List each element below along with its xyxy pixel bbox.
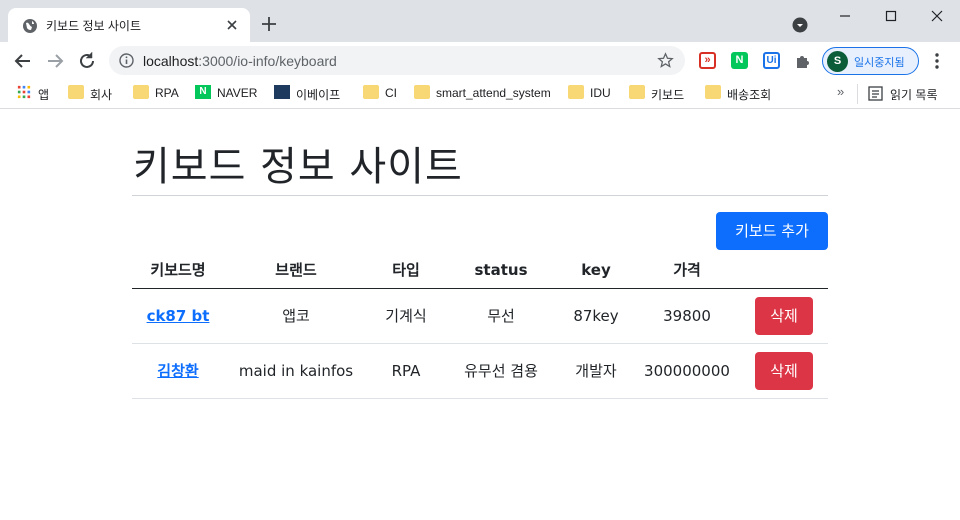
site-icon [274,85,290,99]
puzzle-icon[interactable] [794,52,812,70]
bookmark-naver[interactable]: N NAVER [195,84,261,102]
bookmarks-overflow-chevron-icon[interactable]: » [837,84,844,99]
header-type: 타입 [368,252,444,289]
apps-grid-icon [17,85,31,99]
keyboard-name-link[interactable]: 김창환 [157,362,198,380]
cell-status: 무선 [444,288,558,344]
title-divider [132,195,828,196]
browser-tab[interactable]: 키보드 정보 사이트 [8,8,250,42]
bookmark-ebay[interactable]: 이베이프 [274,84,348,102]
bookmark-label: 앱 [38,88,50,102]
header-keyboard-name: 키보드명 [132,252,224,289]
bookmark-label: IDU [590,86,611,100]
naver-icon: N [195,85,211,99]
folder-icon [68,85,84,99]
folder-icon [629,85,645,99]
folder-icon [568,85,584,99]
forward-arrow-icon[interactable] [44,50,66,72]
cell-price: 39800 [634,288,740,344]
bookmarks-bar: 앱 회사 RPA N NAVER 이베이프 CI smart_attend_sy… [0,79,960,109]
header-price: 가격 [634,252,740,289]
bookmark-label: RPA [155,86,179,100]
cell-key: 87key [558,288,634,344]
close-window-icon [931,10,943,22]
table-row: 김창환 maid in kainfos RPA 유무선 겸용 개발자 30000… [132,343,828,399]
cell-keyboard-name: ck87 bt [132,288,224,344]
bookmark-folder-smart-attend[interactable]: smart_attend_system [414,84,554,102]
ext-red-icon[interactable]: » [699,52,716,69]
add-keyboard-button[interactable]: 키보드 추가 [716,212,828,250]
profile-chip[interactable]: S 일시중지됨 [822,47,919,75]
bookmark-folder-company[interactable]: 회사 [68,84,122,102]
reload-icon[interactable] [76,50,98,72]
bookmark-apps[interactable]: 앱 [16,84,56,102]
minimize-icon [840,15,850,17]
page-title: 키보드 정보 사이트 [133,144,463,190]
profile-status-label: 일시중지됨 [854,57,905,69]
avatar: S [827,51,848,72]
folder-icon [133,85,149,99]
close-icon[interactable] [224,17,240,33]
header-brand: 브랜드 [224,252,368,289]
keyboard-table: 키보드명 브랜드 타입 status key 가격 ck87 bt 앱코 기계식… [132,252,828,399]
browser-toolbar: localhost:3000/io-info/keyboard » N Ui S… [0,42,960,79]
url-path: :3000/io-info/keyboard [198,53,337,69]
tab-search-icon[interactable] [792,17,808,33]
cell-brand: maid in kainfos [224,343,368,399]
maximize-icon [885,10,897,22]
bookmark-folder-rpa[interactable]: RPA [133,84,185,102]
bookmark-label: CI [385,86,397,100]
close-window-button[interactable] [914,0,960,32]
bookmark-label: 배송조회 [727,88,772,102]
cell-price: 300000000 [634,343,740,399]
star-icon[interactable] [657,52,674,69]
new-tab-icon[interactable] [260,15,278,33]
ext-naver-icon[interactable]: N [731,52,748,69]
ext-ui-icon[interactable]: Ui [763,52,780,69]
bookmark-folder-keyboard[interactable]: 키보드 [629,84,691,102]
bookmark-folder-delivery[interactable]: 배송조회 [705,84,781,102]
keyboard-name-link[interactable]: ck87 bt [147,307,210,325]
header-key: key [558,252,634,289]
reading-list-label: 읽기 목록 [890,88,938,102]
cell-type: RPA [368,343,444,399]
bookmark-folder-idu[interactable]: IDU [568,84,614,102]
folder-icon [414,85,430,99]
tab-title: 키보드 정보 사이트 [46,19,141,33]
folder-icon [705,85,721,99]
cell-brand: 앱코 [224,288,368,344]
tab-strip: 키보드 정보 사이트 [0,0,960,42]
table-row: ck87 bt 앱코 기계식 무선 87key 39800 삭제 [132,288,828,344]
globe-icon [23,19,37,33]
cell-keyboard-name: 김창환 [132,343,224,399]
url-text: localhost:3000/io-info/keyboard [143,53,337,69]
kebab-menu-icon[interactable] [930,52,944,70]
cell-actions: 삭제 [740,288,828,344]
cell-actions: 삭제 [740,343,828,399]
address-bar[interactable]: localhost:3000/io-info/keyboard [109,46,685,75]
info-icon[interactable] [119,53,134,68]
delete-button[interactable]: 삭제 [755,296,813,335]
url-host: localhost [143,53,199,69]
bookmark-folder-ci[interactable]: CI [363,84,403,102]
table-header-row: 키보드명 브랜드 타입 status key 가격 [132,252,828,289]
cell-key: 개발자 [558,343,634,399]
delete-button[interactable]: 삭제 [755,351,813,390]
back-arrow-icon[interactable] [12,50,34,72]
folder-icon [363,85,379,99]
bookmark-label: 회사 [90,88,113,102]
minimize-button[interactable] [822,0,868,32]
bookmark-label: 키보드 [651,88,685,102]
cell-type: 기계식 [368,288,444,344]
bookmark-label: 이베이프 [296,88,341,102]
cell-status: 유무선 겸용 [444,343,558,399]
header-actions [740,252,828,289]
bookmark-label: NAVER [217,86,258,100]
header-status: status [444,252,558,289]
bookmark-label: smart_attend_system [436,86,551,100]
bookmarks-divider [857,84,858,104]
maximize-button[interactable] [868,0,914,32]
reading-list-icon [868,86,883,101]
